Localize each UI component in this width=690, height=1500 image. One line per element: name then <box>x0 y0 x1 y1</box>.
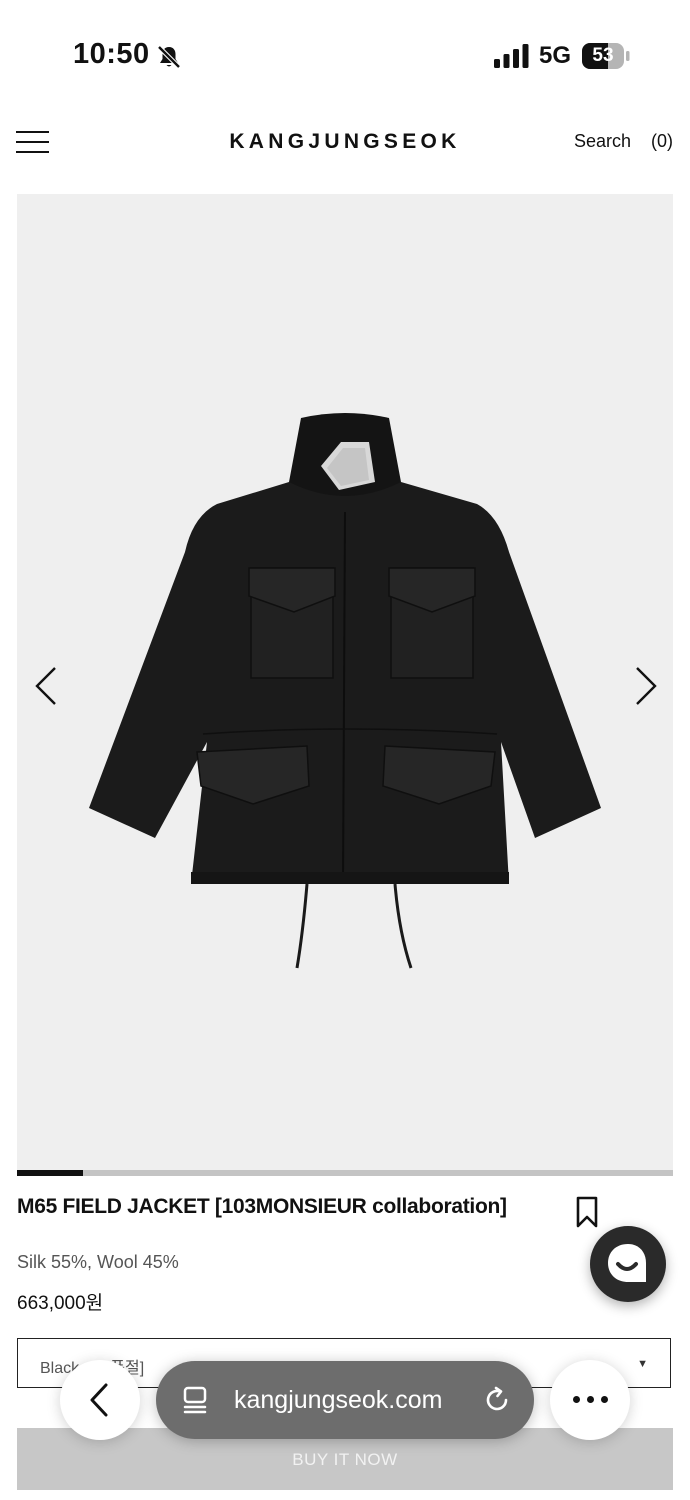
reload-icon[interactable] <box>482 1385 512 1415</box>
chat-button[interactable] <box>590 1226 666 1302</box>
browser-back-button[interactable] <box>60 1360 140 1440</box>
bookmark-icon[interactable] <box>576 1196 598 1228</box>
next-image-arrow-icon[interactable] <box>631 664 659 708</box>
browser-more-button[interactable] <box>550 1360 630 1440</box>
search-link[interactable]: Search <box>574 131 631 152</box>
status-bar: 10:50 5G 53 <box>0 0 690 100</box>
buy-it-now-label: BUY IT NOW <box>292 1450 398 1469</box>
chat-icon <box>608 1244 646 1282</box>
gallery-progress-fill <box>17 1170 83 1176</box>
browser-address-bar[interactable]: kangjungseok.com <box>156 1361 534 1439</box>
dropdown-caret-icon: ▼ <box>637 1358 648 1370</box>
product-price: 663,000원 <box>17 1293 104 1314</box>
network-type: 5G <box>539 42 572 69</box>
battery-level: 53 <box>592 45 614 66</box>
gallery-progress-bar <box>17 1170 673 1176</box>
bell-muted-icon <box>157 45 181 69</box>
site-header: KANGJUNGSEOK Search (0) <box>0 118 690 168</box>
product-title: M65 FIELD JACKET [103MONSIEUR collaborat… <box>17 1195 507 1218</box>
product-material: Silk 55%, Wool 45% <box>17 1252 179 1272</box>
status-time: 10:50 <box>73 38 150 70</box>
browser-url: kangjungseok.com <box>234 1386 443 1414</box>
page-menu-icon[interactable] <box>182 1385 212 1415</box>
more-dots-icon <box>573 1396 580 1403</box>
product-image-jacket <box>89 413 601 969</box>
chevron-left-icon <box>90 1383 108 1417</box>
signal-icon <box>494 44 529 68</box>
product-image-gallery[interactable] <box>17 194 673 1170</box>
cart-link[interactable]: (0) <box>651 131 673 152</box>
previous-image-arrow-icon[interactable] <box>33 664 61 708</box>
